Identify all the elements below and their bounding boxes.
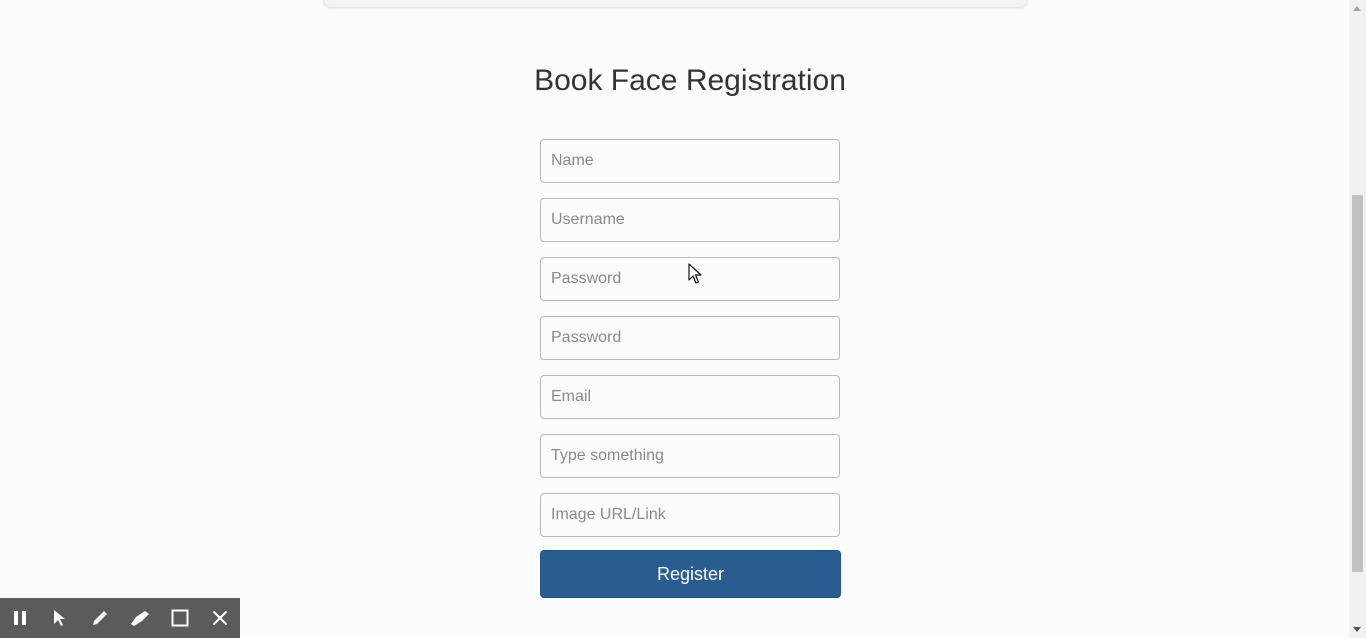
registration-form: Register [540, 139, 841, 598]
pointer-tool-button[interactable] [40, 598, 80, 638]
confirm-password-input[interactable] [540, 316, 840, 360]
mouse-cursor-icon [688, 263, 702, 284]
page-title: Book Face Registration [534, 64, 846, 97]
pen-tool-button[interactable] [80, 598, 120, 638]
name-input[interactable] [540, 139, 840, 183]
top-panel-edge [323, 0, 1028, 8]
email-input[interactable] [540, 375, 840, 419]
scroll-up-arrow-icon[interactable] [1353, 6, 1361, 11]
scrollbar-thumb[interactable] [1352, 195, 1363, 572]
close-icon [213, 611, 227, 625]
pointer-icon [54, 610, 65, 626]
close-toolbar-button[interactable] [200, 598, 240, 638]
vertical-scrollbar[interactable] [1349, 0, 1366, 638]
rectangle-icon [171, 609, 189, 627]
image-url-input[interactable] [540, 493, 840, 537]
bio-input[interactable] [540, 434, 840, 478]
username-input[interactable] [540, 198, 840, 242]
highlighter-icon [131, 611, 149, 626]
rectangle-tool-button[interactable] [160, 598, 200, 638]
pause-button[interactable] [0, 598, 40, 638]
highlighter-tool-button[interactable] [120, 598, 160, 638]
pen-icon [93, 611, 107, 625]
pause-icon [14, 611, 26, 625]
browser-viewport: Book Face Registration Register [0, 0, 1366, 638]
register-button[interactable]: Register [540, 550, 841, 598]
scroll-down-arrow-icon[interactable] [1353, 627, 1361, 632]
annotation-toolbar [0, 598, 240, 638]
